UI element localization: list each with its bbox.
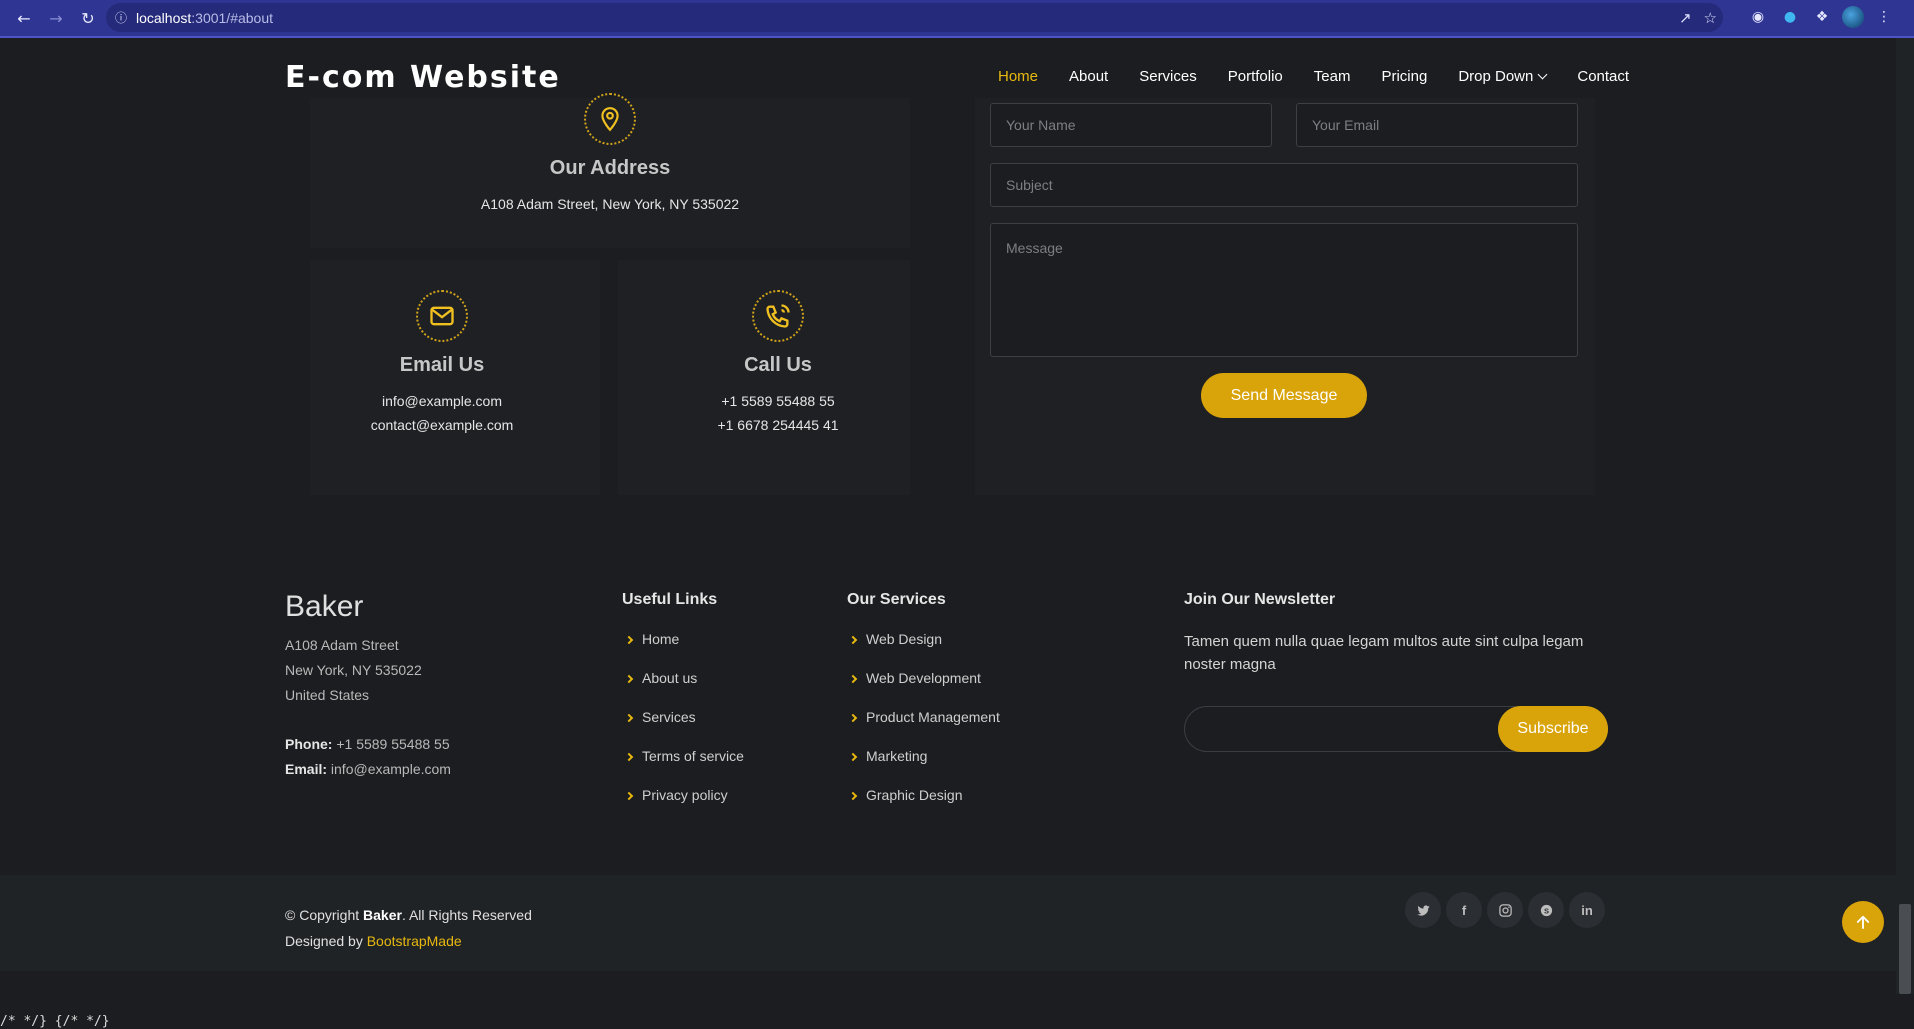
address-line: A108 Adam Street, New York, NY 535022 <box>480 196 740 212</box>
url-text: localhost:3001/#about <box>136 9 274 26</box>
address-bar[interactable]: ⓘ localhost:3001/#about ↗ ☆ <box>106 3 1723 32</box>
footer-email: Email: info@example.com <box>285 761 451 777</box>
profile-avatar[interactable] <box>1842 6 1864 28</box>
back-to-top-button[interactable] <box>1842 901 1884 943</box>
email-field[interactable]: Your Email <box>1296 103 1578 147</box>
social-links: f S in <box>1405 892 1605 928</box>
chevron-right-icon <box>624 713 634 723</box>
chevron-right-icon <box>848 791 858 801</box>
email-line-2: contact@example.com <box>370 417 514 433</box>
page-scrollbar[interactable] <box>1896 38 1914 994</box>
service-link-graphic-design[interactable]: Graphic Design <box>848 787 1000 826</box>
chevron-right-icon <box>624 752 634 762</box>
envelope-icon <box>416 290 468 342</box>
nav-dropdown-label: Drop Down <box>1458 68 1534 85</box>
chevron-right-icon <box>848 635 858 645</box>
address-line-3: United States <box>285 687 370 703</box>
extension-blue-icon[interactable]: ● <box>1778 4 1802 30</box>
arrow-up-icon <box>1856 915 1870 929</box>
instagram-icon[interactable] <box>1487 892 1523 928</box>
skype-icon[interactable]: S <box>1528 892 1564 928</box>
chevron-right-icon <box>624 791 634 801</box>
chevron-right-icon <box>624 635 634 645</box>
nav-portfolio[interactable]: Portfolio <box>1228 68 1283 85</box>
message-textarea[interactable]: Message <box>990 223 1578 357</box>
site-info-icon[interactable]: ⓘ <box>106 9 136 26</box>
footer-bottom: © Copyright Baker. All Rights Reserved D… <box>0 875 1896 971</box>
linkedin-icon[interactable]: in <box>1569 892 1605 928</box>
nav-pricing[interactable]: Pricing <box>1381 68 1427 85</box>
footer-link-privacy[interactable]: Privacy policy <box>624 787 744 826</box>
scrollbar-thumb[interactable] <box>1899 904 1911 994</box>
email-line-1: info@example.com <box>381 393 503 409</box>
nav-home[interactable]: Home <box>998 68 1038 85</box>
service-link-product-management[interactable]: Product Management <box>848 709 1000 748</box>
address-title: Our Address <box>549 157 671 179</box>
chevron-down-icon <box>1537 69 1548 80</box>
location-pin-icon <box>584 93 636 145</box>
services-list: Web Design Web Development Product Manag… <box>848 631 1000 826</box>
call-box: Call Us +1 5589 55488 55 +1 6678 254445 … <box>646 290 910 437</box>
phone-icon <box>752 290 804 342</box>
address-line-2: New York, NY 535022 <box>285 662 422 678</box>
service-link-web-development[interactable]: Web Development <box>848 670 1000 709</box>
share-icon[interactable]: ↗ <box>1679 9 1692 27</box>
subscribe-button[interactable]: Subscribe <box>1498 706 1608 752</box>
name-field[interactable]: Your Name <box>990 103 1272 147</box>
browser-toolbar: ← → ↻ ⓘ localhost:3001/#about ↗ ☆ ◉ ● ❖ … <box>0 0 1914 36</box>
service-link-marketing[interactable]: Marketing <box>848 748 1000 787</box>
footer-link-services[interactable]: Services <box>624 709 744 748</box>
address-line-1: A108 Adam Street <box>285 637 399 653</box>
service-link-web-design[interactable]: Web Design <box>848 631 1000 670</box>
chevron-right-icon <box>848 674 858 684</box>
useful-links-title: Useful Links <box>622 591 718 608</box>
designer-link[interactable]: BootstrapMade <box>367 933 462 949</box>
footer-phone: Phone: +1 5589 55488 55 <box>285 736 450 752</box>
svg-text:S: S <box>1543 906 1548 915</box>
copyright: © Copyright Baker. All Rights Reserved D… <box>285 907 532 949</box>
extension-spy-icon[interactable]: ◉ <box>1746 4 1770 30</box>
phone-line-2: +1 6678 254445 41 <box>717 417 839 433</box>
twitter-icon[interactable] <box>1405 892 1441 928</box>
site-brand[interactable]: E-com Website <box>285 60 561 95</box>
send-message-button[interactable]: Send Message <box>1201 373 1367 418</box>
facebook-icon[interactable]: f <box>1446 892 1482 928</box>
nav-contact[interactable]: Contact <box>1577 68 1629 85</box>
page-content: E-com Website Home About Services Portfo… <box>0 38 1896 1029</box>
reload-icon[interactable]: ↻ <box>72 4 104 32</box>
chevron-right-icon <box>848 752 858 762</box>
bookmark-star-icon[interactable]: ☆ <box>1704 9 1717 27</box>
extensions-puzzle-icon[interactable]: ❖ <box>1810 4 1834 30</box>
phone-line-1: +1 5589 55488 55 <box>721 393 835 409</box>
footer-brand: Baker <box>285 590 364 623</box>
newsletter-title: Join Our Newsletter <box>1184 591 1336 608</box>
footer-link-home[interactable]: Home <box>624 631 744 670</box>
nav-about[interactable]: About <box>1069 68 1108 85</box>
address-box: Our Address A108 Adam Street, New York, … <box>410 93 810 216</box>
stray-code-text: /* */} {/* */} <box>0 1014 110 1029</box>
nav-dropdown[interactable]: Drop Down <box>1458 68 1548 85</box>
our-services-title: Our Services <box>847 591 946 608</box>
newsletter-text: Tamen quem nulla quae legam multos aute … <box>1184 633 1584 673</box>
footer-link-terms[interactable]: Terms of service <box>624 748 744 787</box>
email-title: Email Us <box>399 354 485 376</box>
forward-icon[interactable]: → <box>40 4 72 32</box>
chevron-right-icon <box>624 674 634 684</box>
main-nav: Home About Services Portfolio Team Prici… <box>998 68 1660 85</box>
subject-field[interactable]: Subject <box>990 163 1578 207</box>
useful-links-list: Home About us Services Terms of service … <box>624 631 744 826</box>
call-title: Call Us <box>744 354 812 376</box>
footer-address: A108 Adam Street New York, NY 535022 Uni… <box>285 633 451 782</box>
email-box: Email Us info@example.com contact@exampl… <box>310 290 574 437</box>
back-icon[interactable]: ← <box>8 4 40 32</box>
nav-services[interactable]: Services <box>1139 68 1197 85</box>
nav-team[interactable]: Team <box>1314 68 1351 85</box>
chevron-right-icon <box>848 713 858 723</box>
kebab-menu-icon[interactable]: ⋮ <box>1872 4 1896 30</box>
footer-link-about[interactable]: About us <box>624 670 744 709</box>
